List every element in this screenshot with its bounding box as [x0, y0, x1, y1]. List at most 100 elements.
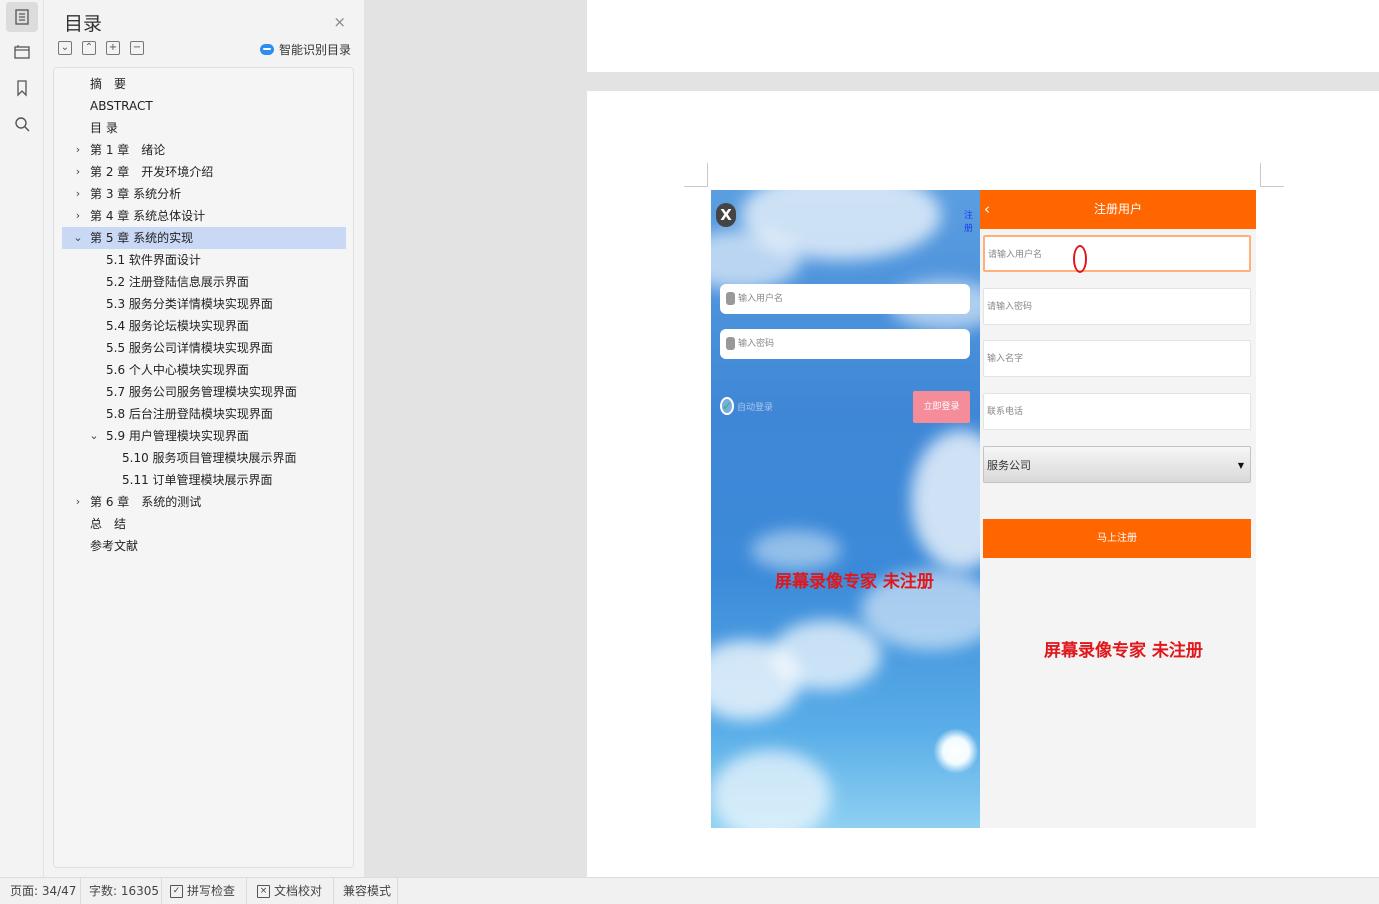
toc-item[interactable]: ABSTRACT	[62, 95, 346, 117]
register-submit-button[interactable]: 马上注册	[983, 519, 1251, 558]
crop-mark	[684, 186, 708, 187]
previous-page: 34	[587, 0, 1379, 72]
navigation-rail-icon[interactable]	[6, 37, 38, 67]
toc-item[interactable]: 摘 要	[62, 73, 346, 95]
toc-item[interactable]: 5.7 服务公司服务管理模块实现界面	[62, 381, 346, 403]
reg-phone-input[interactable]: 联系电话	[983, 393, 1251, 430]
toc-item[interactable]: › 第 1 章 绪论	[62, 139, 346, 161]
toc-item-label: 第 3 章 系统分析	[90, 187, 182, 201]
login-screen: X 注册 输入用户名 输入密码 ✓ 自动登录 立即登录 屏幕录像专家 未注册	[711, 190, 980, 828]
auto-login-label: 自动登录	[737, 402, 774, 413]
chevron-right-icon[interactable]: ›	[72, 161, 84, 183]
reg-name-input[interactable]: 输入名字	[983, 340, 1251, 377]
back-icon[interactable]: ‹	[984, 190, 990, 229]
toc-item-label: 5.2 注册登陆信息展示界面	[106, 275, 249, 289]
close-button[interactable]: X	[716, 203, 736, 227]
compat-mode: 兼容模式	[343, 884, 392, 898]
register-header: ‹ 注册用户	[980, 190, 1256, 229]
toc-item[interactable]: ⌄ 5.9 用户管理模块实现界面	[62, 425, 346, 447]
toc-item[interactable]: › 第 4 章 系统总体设计	[62, 205, 346, 227]
register-title: 注册用户	[1093, 202, 1142, 216]
toc-item-label: 第 5 章 系统的实现	[90, 231, 194, 245]
proofread-icon: ×	[257, 885, 270, 898]
toc-item[interactable]: › 第 3 章 系统分析	[62, 183, 346, 205]
toc-item[interactable]: › 第 6 章 系统的测试	[62, 491, 346, 513]
bookmark-rail-icon[interactable]	[6, 73, 38, 103]
expand-all-button[interactable]: ⌄	[58, 41, 72, 55]
chevron-right-icon[interactable]: ›	[72, 205, 84, 227]
reg-username-input[interactable]: 请输入用户名	[983, 235, 1251, 272]
close-icon[interactable]: ×	[333, 13, 346, 31]
toc-item[interactable]: › 第 2 章 开发环境介绍	[62, 161, 346, 183]
username-input[interactable]: 输入用户名	[720, 284, 970, 314]
lock-icon	[726, 337, 735, 350]
smart-toc-button[interactable]: 智能识别目录	[259, 41, 351, 58]
word-count[interactable]: 字数: 16305	[89, 878, 159, 904]
crop-mark	[1260, 186, 1284, 187]
toc-item[interactable]: 5.11 订单管理模块展示界面	[62, 469, 346, 491]
proofread-label: 文档校对	[274, 884, 323, 898]
password-input[interactable]: 输入密码	[720, 329, 970, 359]
toc-item-label: 5.11 订单管理模块展示界面	[122, 473, 273, 487]
page-indicator[interactable]: 页面: 34/47	[10, 878, 76, 904]
toc-item[interactable]: 5.3 服务分类详情模块实现界面	[62, 293, 346, 315]
toc-item[interactable]: 5.8 后台注册登陆模块实现界面	[62, 403, 346, 425]
watermark-text: 屏幕录像专家 未注册	[1044, 641, 1203, 661]
toc-item-label: 5.9 用户管理模块实现界面	[106, 429, 249, 443]
password-placeholder: 输入密码	[738, 339, 775, 349]
toc-item[interactable]: 5.1 软件界面设计	[62, 249, 346, 271]
collapse-all-button[interactable]: ⌃	[82, 41, 96, 55]
smart-toc-label: 智能识别目录	[278, 43, 351, 57]
toc-item[interactable]: 5.4 服务论坛模块实现界面	[62, 315, 346, 337]
chevron-right-icon[interactable]: ›	[72, 183, 84, 205]
toc-toolbar: ⌄ ⌃ + −	[58, 41, 144, 55]
chevron-right-icon[interactable]: ›	[72, 139, 84, 161]
left-icon-rail	[0, 0, 44, 877]
toc-item-label: 5.7 服务公司服务管理模块实现界面	[106, 385, 297, 399]
username-placeholder: 输入用户名	[738, 294, 784, 304]
toc-item[interactable]: 5.2 注册登陆信息展示界面	[62, 271, 346, 293]
toc-item-label: 5.5 服务公司详情模块实现界面	[106, 341, 273, 355]
remove-level-button[interactable]: −	[130, 41, 144, 55]
sun-glare	[933, 728, 979, 774]
toc-item-label: 总 结	[90, 517, 127, 531]
status-bar: 页面: 34/47 字数: 16305 ✓ 拼写检查 × 文档校对 兼容模式	[0, 877, 1379, 904]
user-icon	[726, 292, 735, 305]
register-link[interactable]: 注册	[964, 208, 980, 234]
toc-item[interactable]: 参考文献	[62, 535, 346, 557]
search-rail-icon[interactable]	[6, 109, 38, 139]
add-level-button[interactable]: +	[106, 41, 120, 55]
click-indicator-icon	[1073, 245, 1087, 273]
watermark-text: 屏幕录像专家 未注册	[775, 572, 934, 592]
toc-item-label: ABSTRACT	[90, 99, 153, 113]
toc-rail-icon[interactable]	[6, 2, 38, 32]
toc-item-label: 目 录	[90, 121, 118, 135]
crop-mark	[707, 163, 708, 187]
chevron-down-icon[interactable]: ⌄	[72, 227, 84, 249]
reg-password-input[interactable]: 请输入密码	[983, 288, 1251, 325]
toc-item-label: 摘 要	[90, 77, 127, 91]
toc-item[interactable]: ⌄ 第 5 章 系统的实现	[62, 227, 346, 249]
register-screen: ‹ 注册用户 请输入用户名 请输入密码 输入名字 联系电话 服务公司 ▼ 马上注…	[980, 190, 1256, 828]
login-button[interactable]: 立即登录	[913, 391, 970, 423]
auto-login-checkbox[interactable]: ✓ 自动登录	[720, 397, 773, 415]
toc-item-label: 第 6 章 系统的测试	[90, 495, 202, 509]
toc-item-label: 5.6 个人中心模块实现界面	[106, 363, 249, 377]
toc-item-label: 5.1 软件界面设计	[106, 253, 201, 267]
page-number: 34	[975, 0, 988, 3]
company-select[interactable]: 服务公司 ▼	[983, 446, 1251, 483]
chevron-right-icon[interactable]: ›	[72, 491, 84, 513]
toc-item-label: 5.3 服务分类详情模块实现界面	[106, 297, 273, 311]
toc-item-label: 第 2 章 开发环境介绍	[90, 165, 214, 179]
toc-item-label: 5.8 后台注册登陆模块实现界面	[106, 407, 273, 421]
spell-check-button[interactable]: ✓ 拼写检查	[170, 878, 235, 904]
toc-item[interactable]: 5.5 服务公司详情模块实现界面	[62, 337, 346, 359]
toc-item[interactable]: 5.6 个人中心模块实现界面	[62, 359, 346, 381]
toc-item-label: 参考文献	[90, 539, 139, 553]
proofread-button[interactable]: × 文档校对	[257, 878, 322, 904]
toc-item-label: 第 1 章 绪论	[90, 143, 166, 157]
toc-item[interactable]: 总 结	[62, 513, 346, 535]
chevron-down-icon[interactable]: ⌄	[88, 425, 100, 447]
toc-item[interactable]: 目 录	[62, 117, 346, 139]
toc-item[interactable]: 5.10 服务项目管理模块展示界面	[62, 447, 346, 469]
